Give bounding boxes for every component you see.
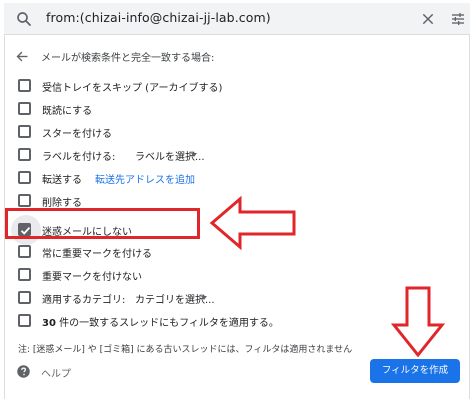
add-forwarding-address-link[interactable]: 転送先アドレスを追加 bbox=[95, 171, 195, 186]
option-categorize[interactable]: 適用するカテゴリ: カテゴリを選択... bbox=[4, 287, 444, 309]
option-label-rest: 件の一致するスレッドにもフィルタを適用する。 bbox=[55, 318, 279, 329]
option-label: スターを付ける bbox=[42, 129, 112, 140]
option-mark-as-read[interactable]: 既読にする bbox=[4, 98, 444, 120]
option-label: 既読にする bbox=[42, 106, 93, 117]
checkbox[interactable] bbox=[18, 245, 31, 258]
option-label: 30 件の一致するスレッドにもフィルタを適用する。 bbox=[42, 314, 279, 329]
option-label: 重要マークを付けない bbox=[42, 272, 142, 283]
option-label: 常に重要マークを付ける bbox=[42, 249, 152, 260]
checkbox[interactable] bbox=[18, 268, 31, 281]
option-label: 転送する bbox=[42, 175, 82, 186]
annotation-arrow-left-icon bbox=[209, 195, 296, 251]
option-never-important[interactable]: 重要マークを付けない bbox=[4, 264, 444, 286]
create-filter-button[interactable]: フィルタを作成 bbox=[370, 359, 460, 383]
option-label: ラベルを付ける: bbox=[42, 152, 116, 163]
criteria-heading: メールが検索条件と完全一致する場合: bbox=[41, 53, 215, 64]
chevron-down-icon[interactable] bbox=[201, 296, 207, 300]
checkbox[interactable] bbox=[18, 314, 31, 327]
search-icon[interactable] bbox=[15, 10, 33, 28]
arrow-back-icon[interactable] bbox=[15, 49, 30, 64]
option-star[interactable]: スターを付ける bbox=[4, 121, 444, 143]
criteria-header: メールが検索条件と完全一致する場合: bbox=[4, 46, 404, 66]
checkbox[interactable] bbox=[18, 291, 31, 304]
checkbox[interactable] bbox=[18, 171, 31, 184]
help-label[interactable]: ヘルプ bbox=[41, 365, 71, 380]
checkbox[interactable] bbox=[18, 148, 31, 161]
checkbox[interactable] bbox=[18, 125, 31, 138]
tune-icon[interactable] bbox=[450, 11, 466, 27]
annotation-highlight-box bbox=[5, 208, 200, 239]
checkbox[interactable] bbox=[18, 102, 31, 115]
chevron-down-icon[interactable] bbox=[191, 153, 197, 157]
annotation-arrow-down-icon bbox=[390, 286, 446, 358]
checkbox[interactable] bbox=[18, 194, 31, 207]
option-apply-label[interactable]: ラベルを付ける: ラベルを選択... bbox=[4, 144, 444, 166]
option-label: 受信トレイをスキップ (アーカイブする) bbox=[42, 83, 223, 94]
option-label: 適用するカテゴリ: bbox=[42, 295, 126, 306]
checkbox[interactable] bbox=[18, 79, 31, 92]
filter-options-panel: メールが検索条件と完全一致する場合: 受信トレイをスキップ (アーカイブする) … bbox=[4, 35, 470, 399]
option-apply-to-matching[interactable]: 30 件の一致するスレッドにもフィルタを適用する。 bbox=[4, 310, 444, 332]
option-forward[interactable]: 転送する 転送先アドレスを追加 bbox=[4, 167, 444, 189]
search-bar[interactable]: from:(chizai-info@chizai-jj-lab.com) bbox=[4, 3, 470, 35]
option-skip-inbox[interactable]: 受信トレイをスキップ (アーカイブする) bbox=[4, 75, 444, 97]
search-query[interactable]: from:(chizai-info@chizai-jj-lab.com) bbox=[46, 10, 271, 25]
close-icon[interactable] bbox=[420, 11, 436, 27]
help-icon[interactable] bbox=[16, 364, 31, 379]
option-label: 削除する bbox=[42, 198, 82, 209]
match-count: 30 bbox=[42, 318, 56, 329]
spam-trash-note: 注: [迷惑メール] や [ゴミ箱] にある古いスレッドには、フィルタは適用され… bbox=[18, 345, 353, 355]
help-link[interactable]: ヘルプ bbox=[16, 363, 96, 381]
